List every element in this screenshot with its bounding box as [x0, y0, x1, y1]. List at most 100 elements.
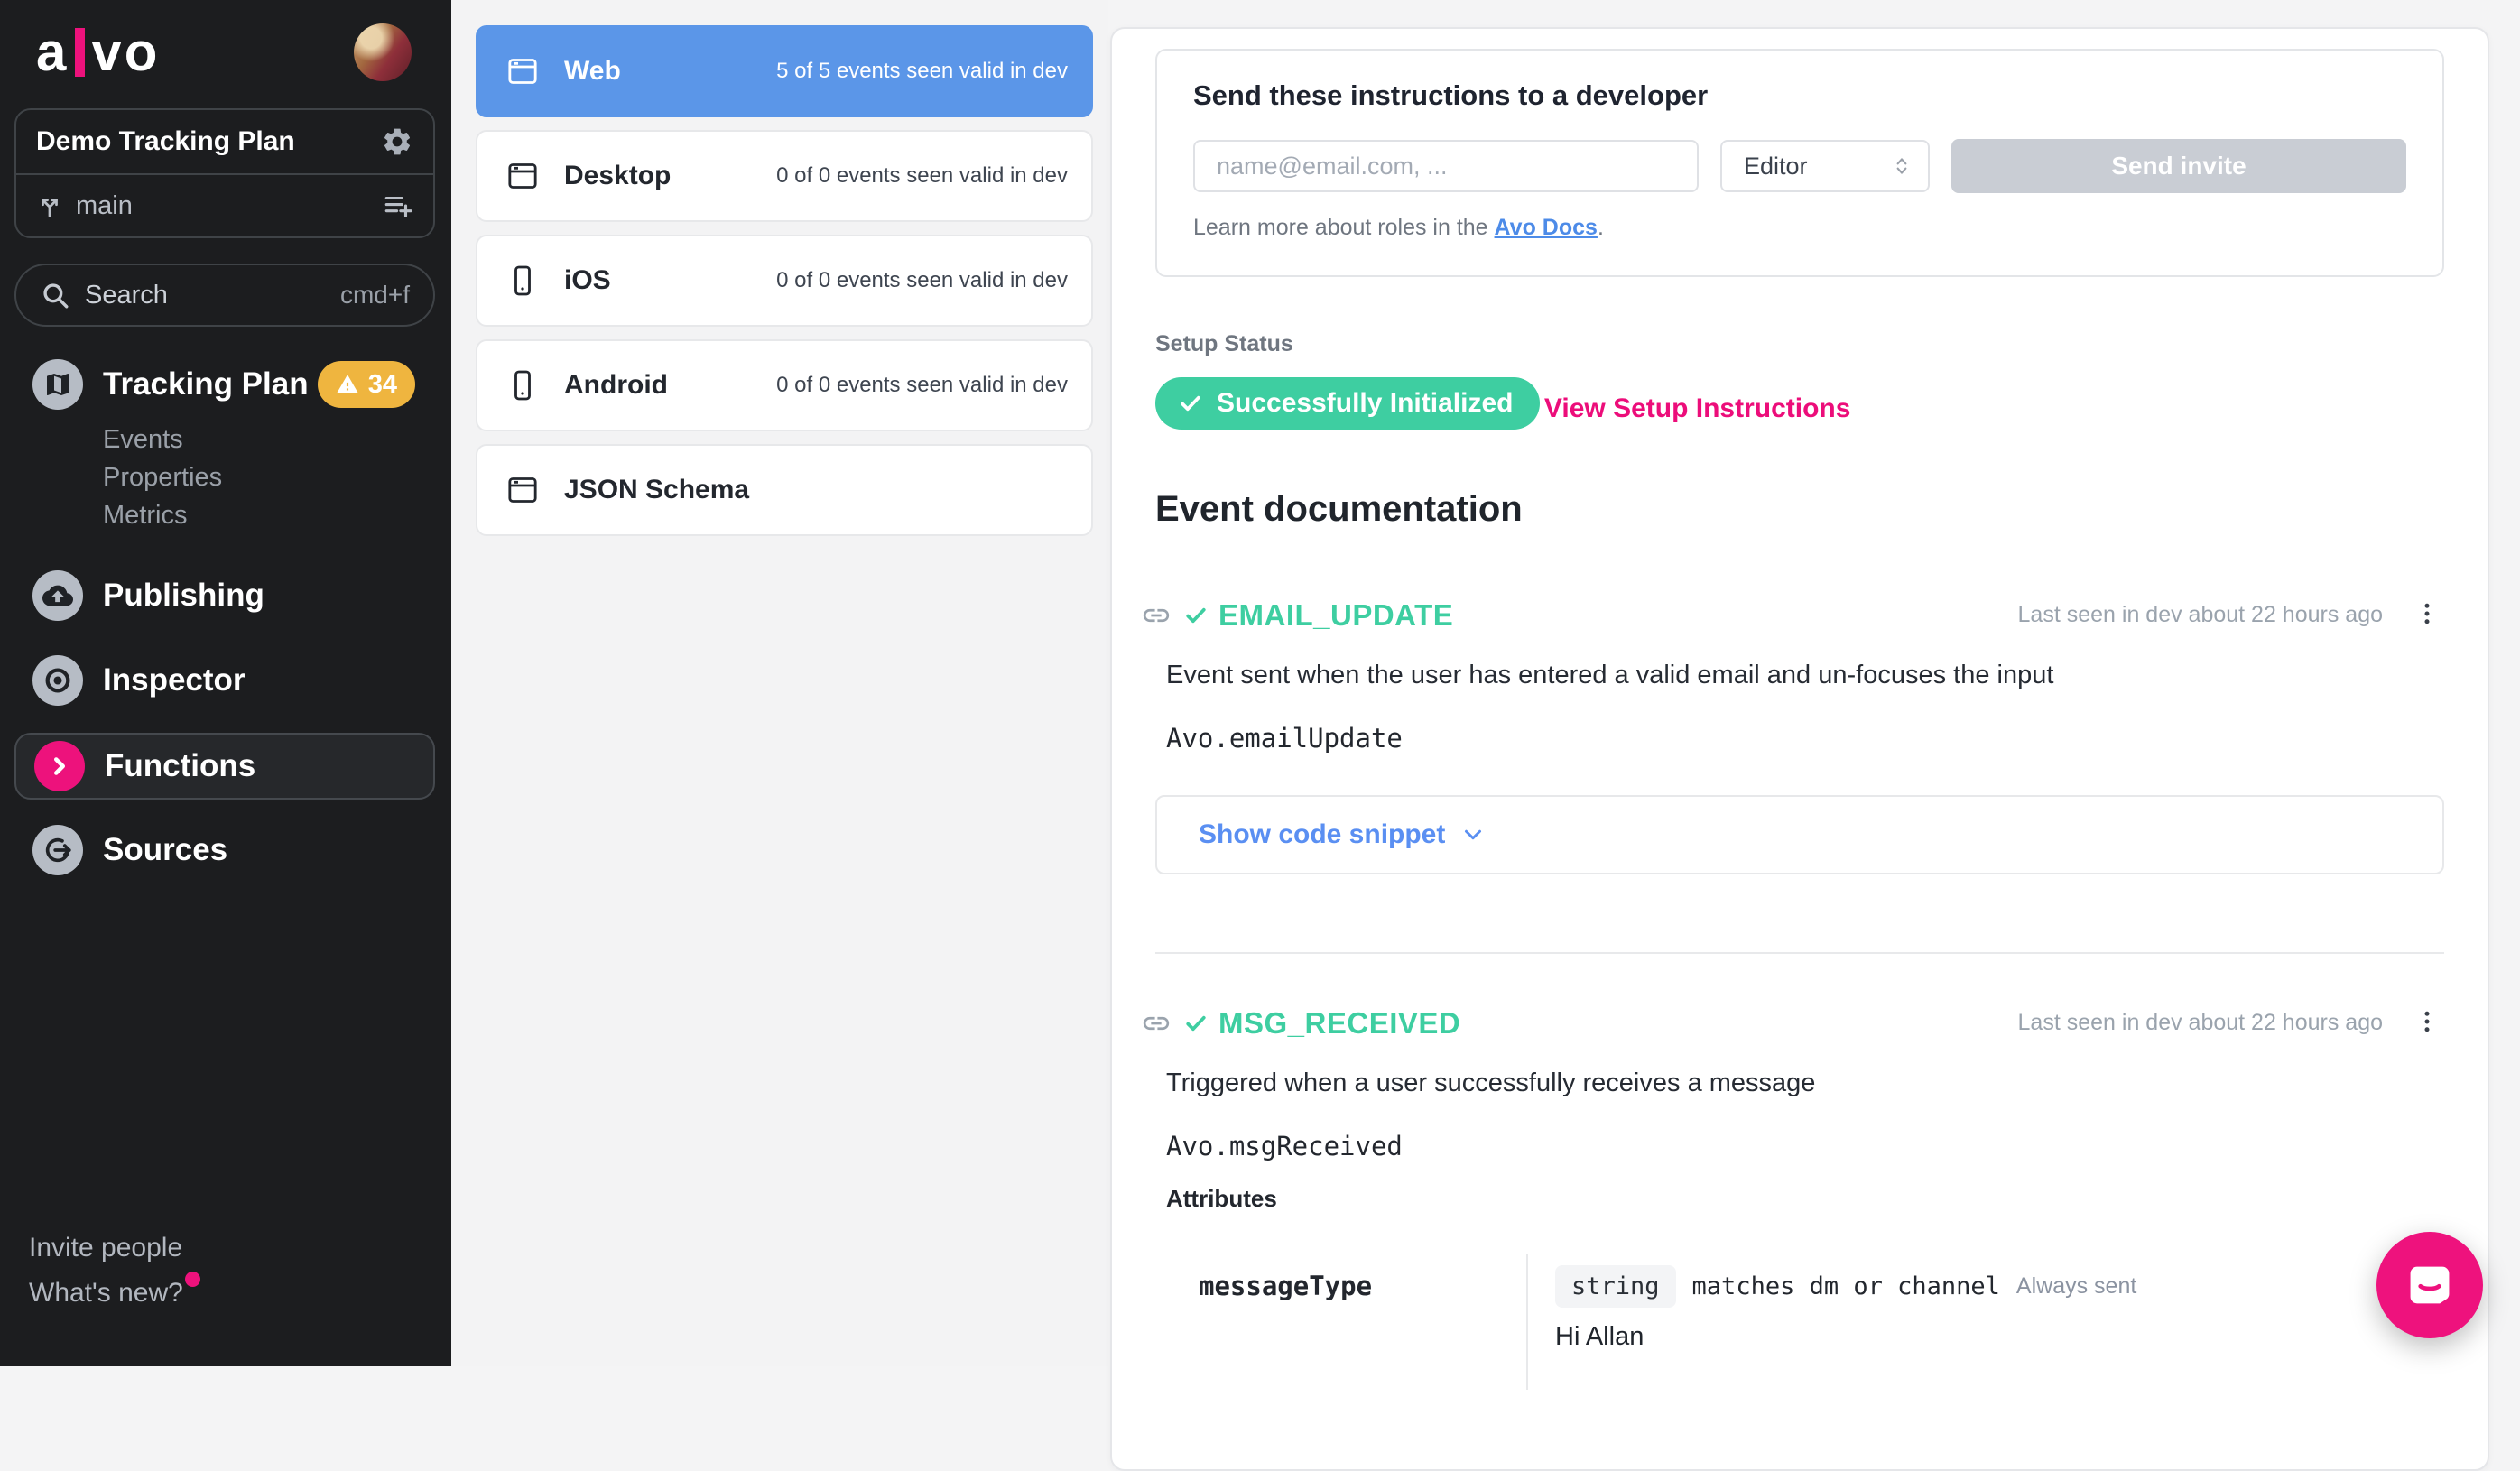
- tracking-plan-subnav: Events Properties Metrics: [0, 421, 451, 534]
- attribute-name[interactable]: messageType: [1199, 1271, 1372, 1301]
- event-menu-button[interactable]: [2410, 1004, 2444, 1041]
- branch-row[interactable]: main: [16, 173, 433, 236]
- source-status: 5 of 5 events seen valid in dev: [776, 59, 1068, 84]
- setup-status-text: Successfully Initialized: [1217, 388, 1513, 419]
- attribute-name-column: messageType: [1155, 1254, 1526, 1390]
- intercom-chat-button[interactable]: [2376, 1232, 2483, 1338]
- show-code-snippet-label: Show code snippet: [1199, 819, 1445, 850]
- source-label: iOS: [564, 265, 611, 296]
- sidebar-item-publishing[interactable]: Publishing: [0, 567, 451, 624]
- source-card-json-schema[interactable]: JSON Schema: [476, 444, 1093, 536]
- show-code-snippet-button[interactable]: Show code snippet: [1193, 819, 1492, 851]
- logo-letters-vo: vo: [91, 25, 160, 79]
- sidebar-footer: Invite people What's new?: [29, 1226, 200, 1316]
- code-snippet-box: Show code snippet: [1155, 795, 2444, 874]
- event-section-msg-received: MSG_RECEIVED Last seen in dev about 22 h…: [1155, 1004, 2444, 1390]
- tracking-plan-icon-circle: [32, 359, 83, 410]
- select-chevrons-icon: [1890, 154, 1913, 178]
- attribute-row: messageType string matches dm or channel…: [1155, 1254, 2444, 1390]
- kebab-icon: [2413, 1008, 2441, 1035]
- inspector-icon-circle: [32, 655, 83, 706]
- source-card-ios[interactable]: iOS 0 of 0 events seen valid in dev: [476, 235, 1093, 327]
- search-input[interactable]: Search cmd+f: [14, 264, 435, 327]
- attribute-value-column: string matches dm or channel Always sent…: [1526, 1254, 2444, 1390]
- source-label: Desktop: [564, 161, 671, 191]
- setup-status-badge: Successfully Initialized: [1155, 377, 1540, 430]
- event-code-name: Avo.msgReceived: [1155, 1131, 2444, 1161]
- source-status: 0 of 0 events seen valid in dev: [776, 163, 1068, 189]
- invite-panel-title: Send these instructions to a developer: [1193, 79, 2406, 112]
- mobile-icon: [505, 263, 541, 299]
- project-row[interactable]: Demo Tracking Plan: [16, 110, 433, 173]
- sidebar-item-tracking-plan[interactable]: Tracking Plan 34: [0, 356, 451, 413]
- source-label: Web: [564, 56, 621, 87]
- event-divider: [1155, 952, 2444, 954]
- branch-name: main: [76, 191, 133, 221]
- logo-letter-a: a: [36, 25, 69, 79]
- sidebar-item-metrics[interactable]: Metrics: [103, 496, 451, 534]
- link-icon[interactable]: [1141, 600, 1172, 631]
- avo-logo: a vo: [36, 25, 160, 79]
- setup-status-section: Setup Status Successfully Initialized Vi…: [1155, 331, 2444, 430]
- event-last-seen: Last seen in dev about 22 hours ago: [2018, 1010, 2383, 1036]
- source-card-desktop[interactable]: Desktop 0 of 0 events seen valid in dev: [476, 130, 1093, 222]
- browser-icon: [505, 472, 541, 508]
- app-root: a vo Demo Tracking Plan main: [0, 0, 2520, 1366]
- project-name: Demo Tracking Plan: [36, 126, 381, 157]
- issues-badge[interactable]: 34: [318, 361, 415, 408]
- source-status: 0 of 0 events seen valid in dev: [776, 268, 1068, 293]
- event-name-link[interactable]: EMAIL_UPDATE: [1218, 598, 1453, 633]
- view-setup-instructions-link[interactable]: View Setup Instructions: [1544, 393, 1851, 424]
- attribute-meta-line: string matches dm or channel Always sent: [1555, 1265, 2444, 1308]
- roles-note-suffix: .: [1598, 215, 1604, 240]
- event-code-name: Avo.emailUpdate: [1155, 723, 2444, 754]
- create-branch-button[interactable]: [383, 190, 413, 221]
- branch-icon: [36, 192, 63, 219]
- branch-add-icon: [383, 190, 413, 221]
- event-name-link[interactable]: MSG_RECEIVED: [1218, 1006, 1460, 1041]
- attributes-label: Attributes: [1155, 1185, 2444, 1213]
- roles-note-prefix: Learn more about roles in the: [1193, 215, 1495, 240]
- chat-bubble-icon: [2403, 1258, 2457, 1312]
- source-status: 0 of 0 events seen valid in dev: [776, 373, 1068, 398]
- function-detail-card: Send these instructions to a developer E…: [1110, 27, 2489, 1471]
- sources-icon-circle: [32, 825, 83, 875]
- sidebar-item-sources[interactable]: Sources: [0, 821, 451, 879]
- source-card-web[interactable]: Web 5 of 5 events seen valid in dev: [476, 25, 1093, 117]
- roles-note: Learn more about roles in the Avo Docs.: [1193, 215, 2406, 241]
- sidebar-item-inspector[interactable]: Inspector: [0, 652, 451, 709]
- role-select-value: Editor: [1744, 153, 1808, 180]
- setup-status-label: Setup Status: [1155, 331, 2444, 357]
- link-icon[interactable]: [1141, 1008, 1172, 1039]
- source-card-android[interactable]: Android 0 of 0 events seen valid in dev: [476, 339, 1093, 431]
- role-select[interactable]: Editor: [1720, 140, 1930, 192]
- invite-people-link[interactable]: Invite people: [29, 1226, 200, 1271]
- inspector-icon: [42, 665, 73, 696]
- gear-icon: [381, 125, 413, 158]
- sources-icon: [42, 835, 73, 865]
- browser-icon: [505, 158, 541, 194]
- attribute-constraint: matches dm or channel: [1692, 1272, 2000, 1300]
- kebab-icon: [2413, 600, 2441, 627]
- warning-icon: [336, 373, 359, 396]
- event-header: EMAIL_UPDATE Last seen in dev about 22 h…: [1141, 597, 2444, 634]
- workspace-selector: Demo Tracking Plan main: [14, 108, 435, 238]
- sidebar-item-functions-active[interactable]: Functions: [14, 733, 435, 800]
- source-label: JSON Schema: [564, 475, 749, 505]
- functions-label: Functions: [105, 748, 255, 784]
- avo-docs-link[interactable]: Avo Docs: [1495, 215, 1598, 240]
- event-header: MSG_RECEIVED Last seen in dev about 22 h…: [1141, 1004, 2444, 1041]
- browser-icon: [505, 53, 541, 89]
- whats-new-link[interactable]: What's new?: [29, 1271, 200, 1316]
- sidebar-item-events[interactable]: Events: [103, 421, 451, 458]
- valid-check-icon: [1182, 602, 1209, 629]
- send-invite-button[interactable]: Send invite: [1951, 139, 2406, 193]
- settings-button[interactable]: [381, 125, 413, 158]
- sidebar-item-properties[interactable]: Properties: [103, 458, 451, 496]
- event-menu-button[interactable]: [2410, 597, 2444, 634]
- check-icon: [1177, 390, 1204, 417]
- publishing-label: Publishing: [103, 578, 264, 614]
- avatar[interactable]: [354, 23, 412, 81]
- email-field[interactable]: [1193, 140, 1699, 192]
- sidebar-nav: Tracking Plan 34 Events Properties Metri…: [0, 356, 451, 879]
